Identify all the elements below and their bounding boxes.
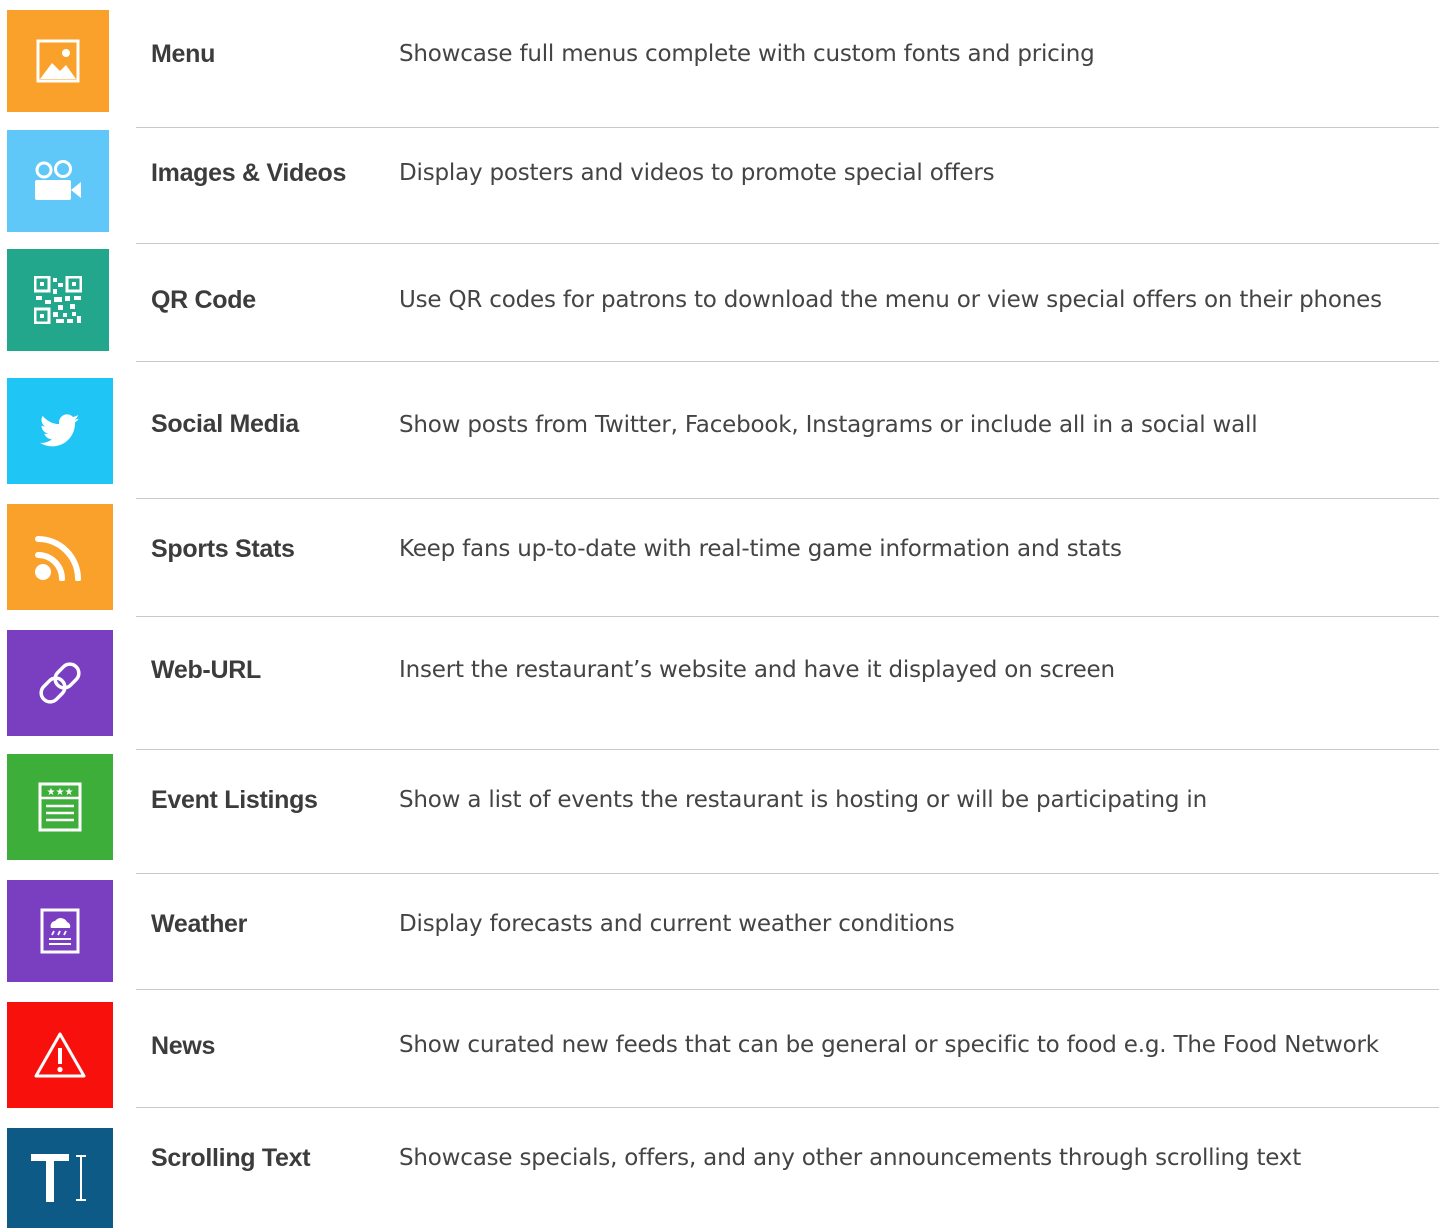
weather-cloud-icon — [40, 908, 80, 954]
feature-title-qr-code: QR Code — [151, 286, 256, 314]
feature-desc-weather: Display forecasts and current weather co… — [399, 911, 955, 937]
divider — [136, 498, 1439, 499]
news-tile — [7, 1002, 113, 1108]
divider — [136, 616, 1439, 617]
video-camera-icon — [33, 158, 83, 204]
twitter-bird-icon — [40, 414, 80, 448]
event-list-icon: ★★★ — [38, 782, 82, 832]
menu-tile — [7, 10, 109, 112]
feature-title-social-media: Social Media — [151, 410, 299, 438]
divider — [136, 1107, 1439, 1108]
sports-stats-tile — [7, 504, 113, 610]
feature-title-images-videos: Images & Videos — [151, 159, 347, 187]
feature-list: Menu Showcase full menus complete with c… — [0, 0, 1439, 1228]
event-listings-tile: ★★★ — [7, 754, 113, 860]
divider — [136, 873, 1439, 874]
images-videos-tile — [7, 130, 109, 232]
feature-title-news: News — [151, 1032, 216, 1060]
feature-title-web-url: Web-URL — [151, 656, 261, 684]
scrolling-text-tile — [7, 1128, 113, 1228]
feature-title-weather: Weather — [151, 910, 248, 938]
divider — [136, 989, 1439, 990]
link-icon — [36, 659, 84, 707]
warning-triangle-icon — [33, 1031, 87, 1079]
text-cursor-icon — [29, 1152, 91, 1204]
feature-title-scrolling-text: Scrolling Text — [151, 1144, 311, 1172]
qr-code-tile — [7, 249, 109, 351]
feature-title-sports-stats: Sports Stats — [151, 535, 295, 563]
image-icon — [36, 39, 80, 83]
social-media-tile — [7, 378, 113, 484]
feature-desc-web-url: Insert the restaurant’s website and have… — [399, 657, 1115, 683]
web-url-tile — [7, 630, 113, 736]
feature-title-menu: Menu — [151, 40, 216, 68]
feature-desc-menu: Showcase full menus complete with custom… — [399, 41, 1095, 67]
weather-tile — [7, 880, 113, 982]
qr-code-icon — [34, 276, 82, 324]
divider — [136, 127, 1439, 128]
feature-title-event-listings: Event Listings — [151, 786, 318, 814]
feature-desc-qr-code: Use QR codes for patrons to download the… — [399, 287, 1382, 313]
divider — [136, 361, 1439, 362]
divider — [136, 749, 1439, 750]
feature-desc-images-videos: Display posters and videos to promote sp… — [399, 160, 995, 186]
divider — [136, 243, 1439, 244]
feature-desc-event-listings: Show a list of events the restaurant is … — [399, 787, 1207, 813]
rss-feed-icon — [34, 533, 86, 581]
feature-desc-news: Show curated new feeds that can be gener… — [399, 1032, 1379, 1058]
feature-desc-social-media: Show posts from Twitter, Facebook, Insta… — [399, 412, 1258, 438]
svg-text:★★★: ★★★ — [47, 787, 74, 798]
feature-desc-sports-stats: Keep fans up-to-date with real-time game… — [399, 536, 1122, 562]
feature-desc-scrolling-text: Showcase specials, offers, and any other… — [399, 1145, 1302, 1171]
